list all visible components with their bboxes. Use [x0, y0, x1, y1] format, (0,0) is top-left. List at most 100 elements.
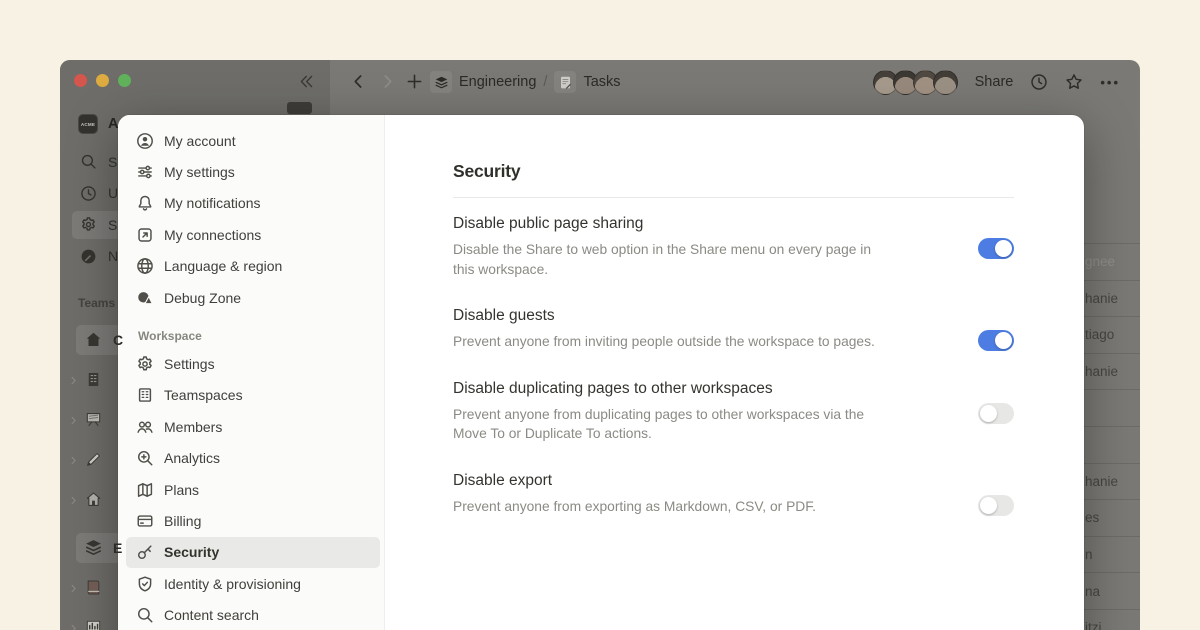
setting-toggle[interactable] — [978, 403, 1014, 424]
nav-item-security[interactable]: Security — [126, 537, 380, 568]
breadcrumb: Engineering / Tasks — [430, 70, 621, 94]
gear-icon — [80, 216, 97, 233]
divider — [453, 197, 1014, 198]
nav-item-label: Identity & provisioning — [164, 576, 301, 592]
assignee-column-peek: gneehanietiagohaniehanieesnnaitzi — [1084, 243, 1140, 630]
chevron-right-icon[interactable] — [68, 455, 80, 466]
setting-text: Disable public page sharingDisable the S… — [453, 215, 913, 279]
setting-description: Prevent anyone from duplicating pages to… — [453, 405, 890, 444]
nav-item-language-region[interactable]: Language & region — [126, 251, 380, 282]
task-page-icon[interactable] — [554, 71, 576, 93]
nav-item-analytics[interactable]: Analytics — [126, 443, 380, 474]
card-icon — [136, 512, 154, 530]
table-row: tiago — [1084, 317, 1140, 354]
toggle-knob — [980, 497, 997, 514]
board-emoji-icon — [84, 410, 104, 430]
nav-item-label: Language & region — [164, 258, 282, 274]
chevron-right-icon[interactable] — [68, 623, 80, 630]
avatar-user-4[interactable] — [933, 70, 958, 95]
nav-item-my-connections[interactable]: My connections — [126, 219, 380, 250]
nav-item-label: Content search — [164, 607, 259, 623]
setting-text: Disable guestsPrevent anyone from inviti… — [453, 307, 913, 352]
nav-item-label: Debug Zone — [164, 290, 241, 306]
close-window-button[interactable] — [74, 74, 87, 87]
setting-toggle[interactable] — [978, 495, 1014, 516]
setting-toggle[interactable] — [978, 330, 1014, 351]
workspace-switcher[interactable]: ACME A — [78, 114, 118, 134]
arrow-up-right-icon — [136, 226, 154, 244]
nav-item-billing[interactable]: Billing — [126, 505, 380, 536]
desktop-background: Engineering / Tasks Share ••• ACME A SUS… — [0, 0, 1200, 630]
table-row: hanie — [1084, 281, 1140, 318]
share-button[interactable]: Share — [975, 74, 1014, 90]
nav-item-my-settings[interactable]: My settings — [126, 156, 380, 187]
chevron-right-icon[interactable] — [68, 495, 80, 506]
building-icon — [136, 386, 154, 404]
setting-title: Disable public page sharing — [453, 215, 913, 233]
nav-item-debug-zone[interactable]: Debug Zone — [126, 282, 380, 313]
minimize-window-button[interactable] — [96, 74, 109, 87]
teamspace-item-label: C — [113, 332, 123, 348]
sidebar-item-label: S — [108, 154, 117, 170]
chevron-right-icon[interactable] — [68, 375, 80, 386]
zoom-window-button[interactable] — [118, 74, 131, 87]
ellipsis-icon[interactable]: ••• — [1100, 75, 1120, 90]
chevron-right-icon[interactable] — [68, 583, 80, 594]
nav-item-my-notifications[interactable]: My notifications — [126, 188, 380, 219]
breadcrumb-separator: / — [543, 74, 547, 90]
teamspace-layers-icon[interactable] — [430, 71, 452, 93]
nav-item-my-account[interactable]: My account — [126, 125, 380, 156]
teamspaces-section-label: Teams — [78, 296, 115, 310]
magnifier-plus-icon — [136, 449, 154, 467]
collaborator-avatars — [873, 70, 958, 95]
table-row: n — [1084, 537, 1140, 574]
nav-item-label: Members — [164, 419, 222, 435]
breadcrumb-page[interactable]: Tasks — [583, 74, 620, 90]
toolbar: Engineering / Tasks Share ••• — [60, 60, 1140, 103]
person-circle-icon — [136, 132, 154, 150]
back-icon[interactable] — [348, 71, 368, 91]
key-icon — [136, 543, 154, 561]
nav-item-identity-provisioning[interactable]: Identity & provisioning — [126, 568, 380, 599]
workspace-logo: ACME — [78, 114, 98, 134]
nav-item-label: My notifications — [164, 195, 260, 211]
nav-item-label: Security — [164, 544, 219, 560]
table-row: hanie — [1084, 464, 1140, 501]
settings-nav-account-section: My account My settings My notifications My … — [118, 125, 384, 313]
home-icon — [84, 330, 104, 350]
pencil-emoji-icon — [84, 450, 104, 470]
setting-toggle[interactable] — [978, 238, 1014, 259]
nav-item-teamspaces[interactable]: Teamspaces — [126, 380, 380, 411]
nav-item-plans[interactable]: Plans — [126, 474, 380, 505]
nav-item-label: Settings — [164, 356, 215, 372]
setting-title: Disable export — [453, 472, 913, 490]
new-page-icon[interactable] — [404, 71, 424, 91]
nav-item-label: My connections — [164, 227, 261, 243]
star-icon[interactable] — [1065, 73, 1083, 91]
book-emoji-icon — [84, 578, 104, 598]
table-row — [1084, 390, 1140, 427]
security-setting-row: Disable duplicating pages to other works… — [453, 380, 1014, 444]
setting-title: Disable duplicating pages to other works… — [453, 380, 913, 398]
clock-icon[interactable] — [1030, 73, 1048, 91]
settings-nav-workspace-section: Settings Teamspaces Members Analytics Plans B… — [118, 348, 384, 630]
gear-icon — [136, 355, 154, 373]
breadcrumb-teamspace[interactable]: Engineering — [459, 74, 536, 90]
nav-item-content-search[interactable]: Content search — [126, 599, 380, 630]
table-row: na — [1084, 573, 1140, 610]
nav-item-label: Plans — [164, 482, 199, 498]
setting-description: Prevent anyone from exporting as Markdow… — [453, 497, 890, 517]
debug-icon — [136, 289, 154, 307]
nav-item-members[interactable]: Members — [126, 411, 380, 442]
nav-item-label: My account — [164, 133, 236, 149]
sidebar-collapse-icon[interactable] — [296, 71, 316, 91]
sidebar-item-label: S — [108, 217, 117, 233]
table-row: es — [1084, 500, 1140, 537]
nav-item-label: Teamspaces — [164, 387, 243, 403]
setting-text: Disable export Prevent anyone from export… — [453, 472, 913, 517]
forward-icon[interactable] — [377, 71, 397, 91]
magnifier-icon — [136, 606, 154, 624]
chevron-right-icon[interactable] — [68, 415, 80, 426]
nav-item-settings[interactable]: Settings — [126, 348, 380, 379]
page-title: Security — [453, 161, 1014, 182]
